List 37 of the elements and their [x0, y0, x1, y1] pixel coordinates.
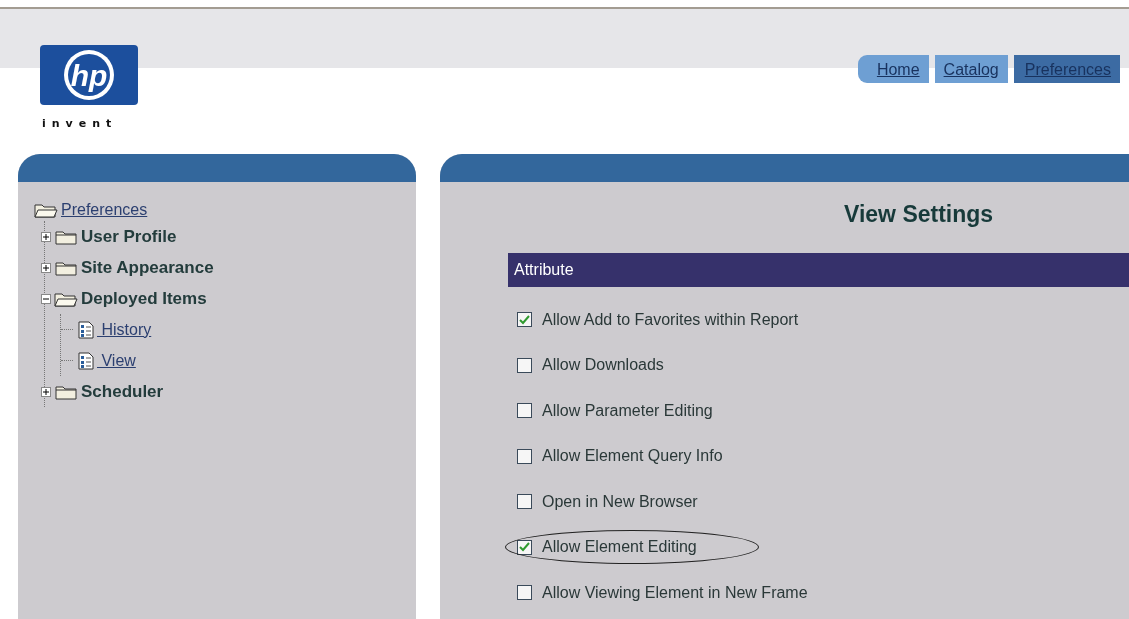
- expand-icon[interactable]: [41, 386, 51, 397]
- open-folder-icon: [54, 290, 78, 307]
- tree-link[interactable]: View: [97, 351, 136, 370]
- option-label: Allow Downloads: [542, 356, 664, 375]
- page-title: View Settings: [844, 201, 995, 228]
- document-icon: [78, 320, 94, 339]
- tree-link[interactable]: Preferences: [61, 201, 148, 219]
- document-icon: [78, 351, 94, 370]
- option-label: Allow Parameter Editing: [542, 401, 713, 420]
- checkbox[interactable]: [517, 448, 532, 464]
- checkbox[interactable]: [517, 539, 532, 555]
- option-label: Allow Viewing Element in New Frame: [542, 583, 808, 602]
- tree-item[interactable]: Deployed Items: [81, 288, 207, 309]
- checkbox[interactable]: [517, 403, 532, 419]
- tree-item[interactable]: Scheduler: [81, 381, 164, 402]
- checkbox[interactable]: [517, 585, 532, 601]
- option-label: Allow Element Query Info: [542, 447, 723, 466]
- nav-tab[interactable]: Catalog: [934, 55, 1008, 83]
- nav-tab[interactable]: Home: [857, 55, 929, 83]
- folder-icon: [54, 228, 78, 245]
- column-header: Attribute: [508, 253, 1129, 287]
- collapse-icon[interactable]: [41, 293, 51, 304]
- folder-icon: [54, 383, 78, 400]
- logo: hp: [40, 45, 138, 105]
- checkbox[interactable]: [517, 494, 532, 510]
- checkbox[interactable]: [517, 312, 532, 328]
- folder-icon: [54, 259, 78, 276]
- option-label: Allow Add to Favorites within Report: [542, 310, 799, 329]
- tree-item[interactable]: User Profile: [81, 226, 177, 247]
- tree-item[interactable]: Site Appearance: [81, 257, 214, 278]
- expand-icon[interactable]: [41, 262, 51, 273]
- expand-icon[interactable]: [41, 231, 51, 242]
- checkbox[interactable]: [517, 357, 532, 373]
- option-label: Allow Element Editing: [542, 538, 697, 557]
- logo-tagline: invent: [42, 117, 118, 130]
- option-label: Open in New Browser: [542, 492, 698, 511]
- tree-link[interactable]: History: [97, 320, 152, 339]
